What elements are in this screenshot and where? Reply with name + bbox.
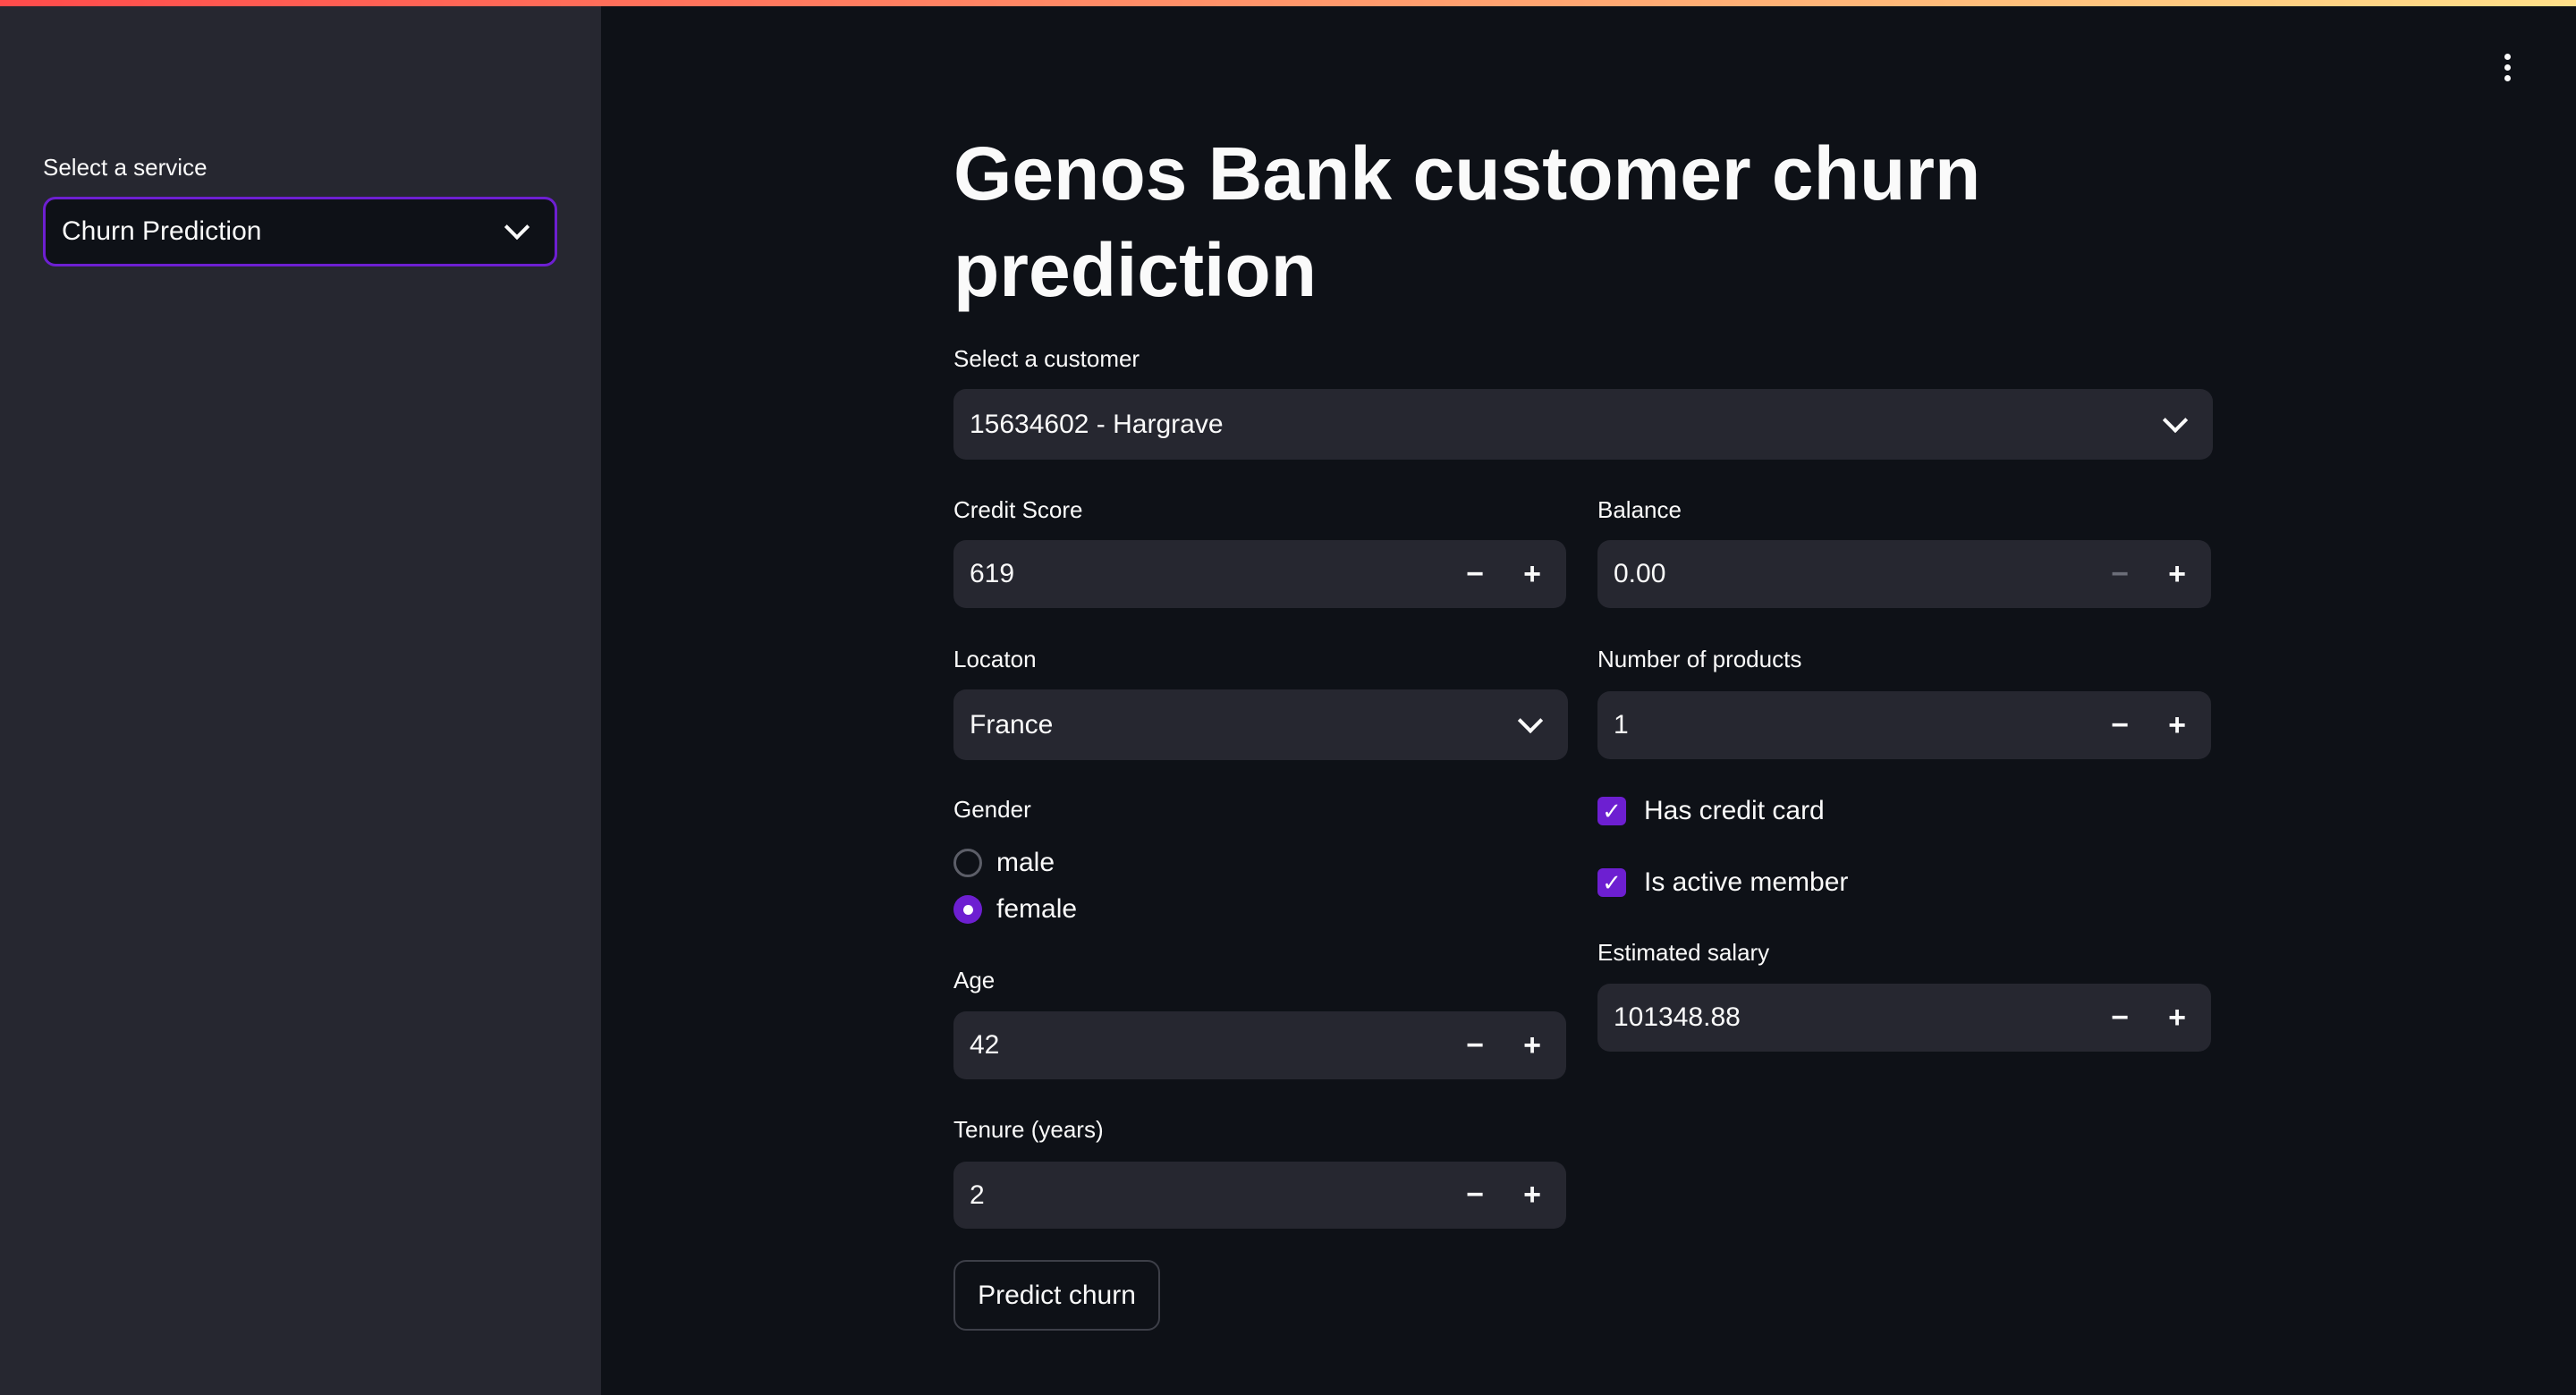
num-products-decrement[interactable]: − xyxy=(2102,708,2138,743)
check-icon: ✓ xyxy=(1597,868,1626,897)
radio-label: female xyxy=(996,894,1078,924)
location-value: France xyxy=(970,709,1054,740)
estimated-salary-label: Estimated salary xyxy=(1597,939,1770,966)
radio-label: male xyxy=(996,848,1055,877)
credit-score-value[interactable]: 619 xyxy=(970,559,1436,589)
has-credit-card-checkbox[interactable]: ✓ Has credit card xyxy=(1597,796,1825,826)
age-value[interactable]: 42 xyxy=(970,1030,1436,1061)
tenure-decrement[interactable]: − xyxy=(1457,1178,1493,1213)
checkbox-label: Is active member xyxy=(1644,867,1849,897)
credit-score-input[interactable]: 619 − + xyxy=(953,540,1566,608)
age-label: Age xyxy=(953,967,996,993)
customer-label: Select a customer xyxy=(953,345,1140,372)
check-icon: ✓ xyxy=(1597,797,1626,825)
chevron-down-icon xyxy=(504,214,530,241)
estimated-salary-increment[interactable]: + xyxy=(2159,1001,2195,1036)
num-products-input[interactable]: 1 − + xyxy=(1597,691,2211,759)
tenure-label: Tenure (years) xyxy=(953,1116,1104,1143)
is-active-member-checkbox[interactable]: ✓ Is active member xyxy=(1597,867,1848,898)
location-select[interactable]: France xyxy=(953,689,1568,760)
num-products-value[interactable]: 1 xyxy=(1614,710,2080,740)
balance-input[interactable]: 0.00 − + xyxy=(1597,540,2211,608)
balance-value[interactable]: 0.00 xyxy=(1614,559,2080,589)
credit-score-label: Credit Score xyxy=(953,496,1083,523)
customer-select[interactable]: 15634602 - Hargrave xyxy=(953,389,2213,460)
predict-churn-button[interactable]: Predict churn xyxy=(953,1260,1160,1331)
gender-radio-female[interactable]: female xyxy=(953,894,1077,925)
estimated-salary-decrement[interactable]: − xyxy=(2102,1001,2138,1036)
page-title: Genos Bank customer churn prediction xyxy=(953,131,1981,312)
main-menu-button[interactable] xyxy=(2501,54,2513,81)
age-increment[interactable]: + xyxy=(1514,1028,1550,1063)
gender-label: Gender xyxy=(953,796,1031,823)
num-products-label: Number of products xyxy=(1597,646,1802,672)
num-products-increment[interactable]: + xyxy=(2159,708,2195,743)
age-input[interactable]: 42 − + xyxy=(953,1011,1566,1079)
tenure-input[interactable]: 2 − + xyxy=(953,1162,1566,1229)
tenure-increment[interactable]: + xyxy=(1514,1178,1550,1213)
customer-value: 15634602 - Hargrave xyxy=(970,409,1224,439)
radio-circle-selected xyxy=(953,895,982,924)
tenure-value[interactable]: 2 xyxy=(970,1180,1436,1211)
gender-radio-male[interactable]: male xyxy=(953,848,1055,878)
top-decoration-bar xyxy=(0,0,2576,6)
age-decrement[interactable]: − xyxy=(1457,1028,1493,1063)
service-value: Churn Prediction xyxy=(62,216,262,246)
kebab-icon xyxy=(2504,54,2511,60)
estimated-salary-input[interactable]: 101348.88 − + xyxy=(1597,984,2211,1052)
balance-decrement[interactable]: − xyxy=(2102,557,2138,592)
chevron-down-icon xyxy=(1517,707,1544,733)
service-select[interactable]: Churn Prediction xyxy=(43,197,557,266)
service-label: Select a service xyxy=(43,154,208,181)
credit-score-increment[interactable]: + xyxy=(1514,557,1550,592)
credit-score-decrement[interactable]: − xyxy=(1457,557,1493,592)
location-label: Locaton xyxy=(953,646,1037,672)
checkbox-label: Has credit card xyxy=(1644,796,1825,825)
balance-increment[interactable]: + xyxy=(2159,557,2195,592)
estimated-salary-value[interactable]: 101348.88 xyxy=(1614,1002,2080,1033)
chevron-down-icon xyxy=(2162,407,2189,433)
radio-circle xyxy=(953,849,982,877)
balance-label: Balance xyxy=(1597,496,1682,523)
